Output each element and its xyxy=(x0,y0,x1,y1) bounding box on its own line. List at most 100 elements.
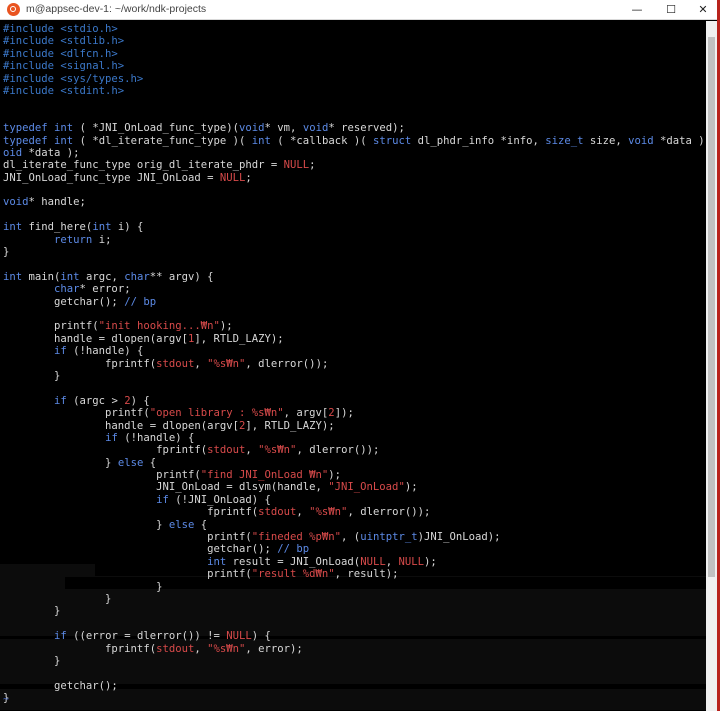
code-token: stdout xyxy=(258,506,297,519)
code-token: fprintf( xyxy=(3,642,157,655)
code-token: if xyxy=(54,394,67,407)
code-token: , dlerror()); xyxy=(347,506,431,519)
code-token: ( *callback )( xyxy=(270,134,373,147)
code-line: printf("find JNI_OnLoad ₩n"); xyxy=(3,469,706,481)
code-line: char* error; xyxy=(3,283,706,295)
code-token: * reserved); xyxy=(328,122,405,135)
code-token: , xyxy=(194,642,208,655)
code-token: } xyxy=(3,580,163,593)
code-token: *data ), xyxy=(660,134,706,147)
code-token: fprintf( xyxy=(3,357,157,370)
code-token: NULL xyxy=(219,171,246,184)
code-token: , dlerror()); xyxy=(296,444,380,457)
code-line: #include <stdlib.h> xyxy=(3,35,706,47)
code-token: char xyxy=(124,270,150,283)
code-token: , ( xyxy=(341,531,361,544)
code-line: void* handle; xyxy=(3,196,706,208)
code-token: } xyxy=(3,369,61,382)
code-token: #include <signal.h> xyxy=(3,60,125,73)
code-token: if xyxy=(156,493,169,506)
code-line: JNI_OnLoad_func_type JNI_OnLoad = NULL; xyxy=(3,172,706,184)
code-token: ( *JNI_OnLoad_func_type)( xyxy=(73,122,240,135)
code-line: } xyxy=(3,655,706,667)
code-line: JNI_OnLoad = dlsym(handle, "JNI_OnLoad")… xyxy=(3,481,706,493)
code-token: int xyxy=(54,134,74,147)
minimize-button[interactable]: — xyxy=(620,0,654,20)
code-line: int result = JNI_OnLoad(NULL, NULL); xyxy=(3,556,706,568)
code-token: // bp xyxy=(277,543,310,556)
scrollbar-thumb[interactable] xyxy=(708,37,715,577)
code-token: , xyxy=(385,555,399,568)
code-token: if xyxy=(54,345,67,358)
code-token: ; xyxy=(309,159,316,172)
code-token: (!handle) { xyxy=(66,345,144,358)
code-token: #include <stdint.h> xyxy=(3,84,125,97)
ubuntu-logo-icon xyxy=(7,3,20,16)
code-token: size, xyxy=(583,134,629,147)
code-line: oid *data ); xyxy=(3,147,706,159)
code-token: // bp xyxy=(124,295,157,308)
code-line: getchar(); xyxy=(3,680,706,692)
code-token: uintptr_t xyxy=(360,531,418,544)
code-line: typedef int ( *JNI_OnLoad_func_type)(voi… xyxy=(3,122,706,134)
code-line: if ((error = dlerror()) != NULL) { xyxy=(3,630,706,642)
code-token: printf( xyxy=(3,568,252,581)
title-bar[interactable]: m@appsec-dev-1: ~/work/ndk-projects — ☐ … xyxy=(0,0,720,20)
vertical-scrollbar[interactable] xyxy=(706,21,717,711)
code-line: #include <signal.h> xyxy=(3,60,706,72)
code-token: NULL xyxy=(283,159,310,172)
code-line: } else { xyxy=(3,519,706,531)
code-token: oid xyxy=(3,146,23,159)
code-line: printf("init hooking...₩n"); xyxy=(3,320,706,332)
code-token: "find JNI_OnLoad ₩n" xyxy=(200,469,329,482)
code-token: char xyxy=(54,283,80,296)
code-token: else xyxy=(117,456,144,469)
code-token: , error); xyxy=(245,642,303,655)
code-line: #include <stdint.h> xyxy=(3,85,706,97)
code-token: * error; xyxy=(79,283,131,296)
code-token: int xyxy=(3,221,23,234)
close-button[interactable]: ✕ xyxy=(686,0,720,20)
code-token: printf( xyxy=(3,531,252,544)
code-token: * handle; xyxy=(28,196,86,209)
code-token: stdout xyxy=(156,642,195,655)
terminal-area[interactable]: #include <stdio.h> #include <stdlib.h> #in… xyxy=(0,21,706,711)
code-token: } xyxy=(3,654,61,667)
code-line: fprintf(stdout, "%s₩n", dlerror()); xyxy=(3,506,706,518)
code-token: "%s₩n" xyxy=(207,357,246,370)
code-token: struct xyxy=(372,134,412,147)
code-token: "init hooking...₩n" xyxy=(98,320,220,333)
code-token: getchar(); xyxy=(3,679,118,692)
code-token: #include <sys/types.h> xyxy=(3,72,144,85)
maximize-button[interactable]: ☐ xyxy=(654,0,688,20)
code-line: if (!handle) { xyxy=(3,432,706,444)
window-title: m@appsec-dev-1: ~/work/ndk-projects xyxy=(26,3,207,15)
code-token: , dlerror()); xyxy=(245,357,329,370)
code-token: return xyxy=(54,233,93,246)
code-line: fprintf(stdout, "%s₩n", error); xyxy=(3,643,706,655)
code-line: } xyxy=(3,370,706,382)
code-token: #include <stdio.h> xyxy=(3,23,118,35)
code-token: printf( xyxy=(3,407,150,420)
code-line: } xyxy=(3,581,706,593)
code-token: NULL xyxy=(360,555,386,568)
code-token: int xyxy=(54,122,74,135)
code-token: ); xyxy=(328,469,342,482)
code-token: typedef xyxy=(3,134,48,147)
code-token: NULL xyxy=(398,555,424,568)
end-of-buffer-marker: ~ xyxy=(3,694,10,705)
code-token: getchar(); xyxy=(3,295,125,308)
code-token: i; xyxy=(92,233,112,246)
code-listing[interactable]: #include <stdio.h> #include <stdlib.h> #in… xyxy=(3,23,706,704)
code-token: "result %d₩n" xyxy=(251,568,335,581)
